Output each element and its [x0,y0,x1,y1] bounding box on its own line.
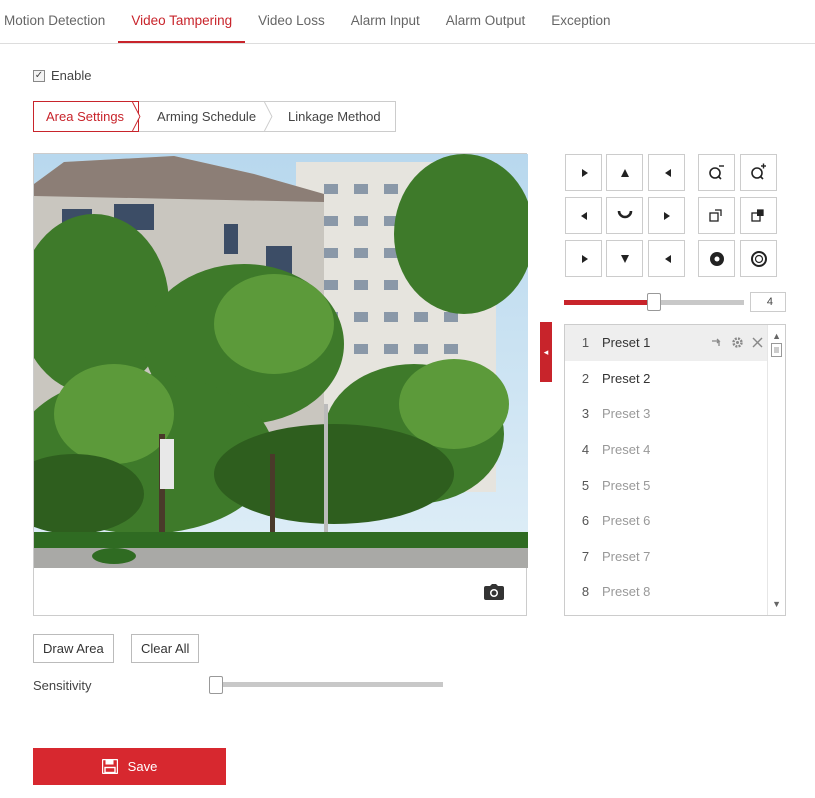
tab-video-loss[interactable]: Video Loss [245,0,338,43]
preset-row[interactable]: 1 Preset 1 [565,325,785,361]
collapse-panel-handle[interactable]: ◂ [540,322,552,382]
preset-number: 6 [581,513,590,529]
top-tab-bar: Motion Detection Video Tampering Video L… [0,0,815,44]
preset-name: Preset 4 [602,442,651,458]
preset-number: 1 [581,335,590,351]
snapshot-camera-icon[interactable] [484,584,504,600]
scroll-down-icon[interactable]: ▼ [772,599,781,609]
tab-exception[interactable]: Exception [538,0,623,43]
video-frame-image [34,154,528,568]
ptz-speed-slider[interactable] [564,293,744,311]
tab-alarm-input[interactable]: Alarm Input [338,0,433,43]
preset-row[interactable]: 7 Preset 7 [565,539,785,575]
subtab-arming-schedule-label: Arming Schedule [157,109,257,124]
preset-name: Preset 8 [602,584,651,600]
preset-number: 4 [581,442,590,458]
preset-name: Preset 3 [602,406,651,422]
preset-row[interactable]: 2 Preset 2 [565,361,785,397]
preset-name: Preset 7 [602,548,651,564]
ptz-speed-fill [564,300,654,305]
gear-icon[interactable] [731,336,744,349]
pan-up-icon [620,168,629,177]
clear-all-button[interactable]: Clear All [131,634,200,663]
pan-down-right-icon [664,254,671,263]
chevron-left-icon: ◂ [543,346,549,357]
pan-down-left-icon [581,254,588,263]
ptz-button-pan-down-left[interactable] [565,240,602,277]
sensitivity-label: Sensitivity [33,678,92,693]
preset-row[interactable]: 6 Preset 6 [565,503,785,539]
live-video-view[interactable] [33,153,528,616]
subtab-area-settings[interactable]: Area Settings [33,101,141,132]
preset-row[interactable]: 3 Preset 3 [565,396,785,432]
focus-near-icon [708,208,722,222]
pan-left-icon [580,211,587,220]
preset-list: 1 Preset 1 2 Preset 2 3 Preset 3 4 Preset 4 5 Pre… [564,324,786,616]
ptz-button-zoom-out[interactable] [698,154,735,191]
preset-row[interactable]: 4 Preset 4 [565,432,785,468]
preset-name: Preset 2 [602,370,651,386]
preset-row[interactable]: 5 Preset 5 [565,467,785,503]
auto-pan-icon [617,210,632,218]
tab-video-tampering[interactable]: Video Tampering [118,0,246,43]
chevron-right-icon [132,102,141,131]
save-button[interactable]: Save [33,748,226,785]
ptz-button-pan-right[interactable] [648,197,685,234]
ptz-button-pan-up[interactable] [606,154,643,191]
preset-name: Preset 1 [602,335,651,351]
call-preset-icon[interactable] [711,338,723,348]
pan-up-left-icon [581,168,588,177]
pan-down-icon [620,254,629,263]
pan-up-right-icon [664,168,671,177]
preset-number: 5 [581,477,590,493]
preset-name: Preset 6 [602,513,651,529]
ptz-button-iris-close[interactable] [740,240,777,277]
subtab-area-settings-label: Area Settings [46,109,125,124]
tab-alarm-output[interactable]: Alarm Output [433,0,539,43]
ptz-button-pan-down[interactable] [606,240,643,277]
preset-number: 2 [581,370,590,386]
enable-checkbox[interactable]: ✓ [33,69,45,82]
subtab-linkage-method[interactable]: Linkage Method [270,102,395,131]
ptz-button-auto-pan[interactable] [606,197,643,234]
preset-number: 8 [581,584,590,600]
ptz-speed-thumb[interactable] [647,293,661,311]
floppy-disk-icon [101,759,118,774]
scroll-thumb-icon[interactable] [771,343,782,357]
scroll-up-icon[interactable]: ▲ [772,331,781,341]
preset-number: 3 [581,406,590,422]
enable-row: ✓ Enable [33,68,91,83]
subtab-linkage-method-label: Linkage Method [288,109,381,124]
preset-name: Preset 5 [602,477,651,493]
chevron-right-icon [264,102,273,131]
tab-motion-detection[interactable]: Motion Detection [0,0,118,43]
save-button-label: Save [127,759,158,774]
iris-open-icon [709,251,724,266]
ptz-button-pan-left[interactable] [565,197,602,234]
draw-area-button[interactable]: Draw Area [33,634,114,663]
preset-row[interactable]: 8 Preset 8 [565,574,785,610]
enable-label: Enable [51,68,92,83]
pan-right-icon [663,211,670,220]
sensitivity-thumb[interactable] [209,676,223,694]
subtab-arming-schedule[interactable]: Arming Schedule [139,102,273,131]
zoom-out-icon [708,164,724,180]
ptz-button-focus-near[interactable] [698,197,735,234]
ptz-button-pan-down-right[interactable] [648,240,685,277]
ptz-button-zoom-in[interactable] [740,154,777,191]
preset-number: 7 [581,548,590,564]
preset-scrollbar[interactable]: ▲ ▼ [767,325,785,615]
ptz-speed-value: 4 [750,292,786,312]
ptz-button-pan-up-right[interactable] [648,154,685,191]
iris-close-icon [750,250,767,267]
focus-far-icon [750,208,764,222]
preset-actions [711,336,763,349]
ptz-button-pan-up-left[interactable] [565,154,602,191]
ptz-button-iris-open[interactable] [698,240,735,277]
zoom-in-icon [750,163,766,180]
close-icon[interactable] [752,337,763,348]
sub-tab-bar: Area Settings Arming Schedule Linkage Me… [33,101,396,132]
sensitivity-slider[interactable] [213,682,443,687]
ptz-button-focus-far[interactable] [740,197,777,234]
